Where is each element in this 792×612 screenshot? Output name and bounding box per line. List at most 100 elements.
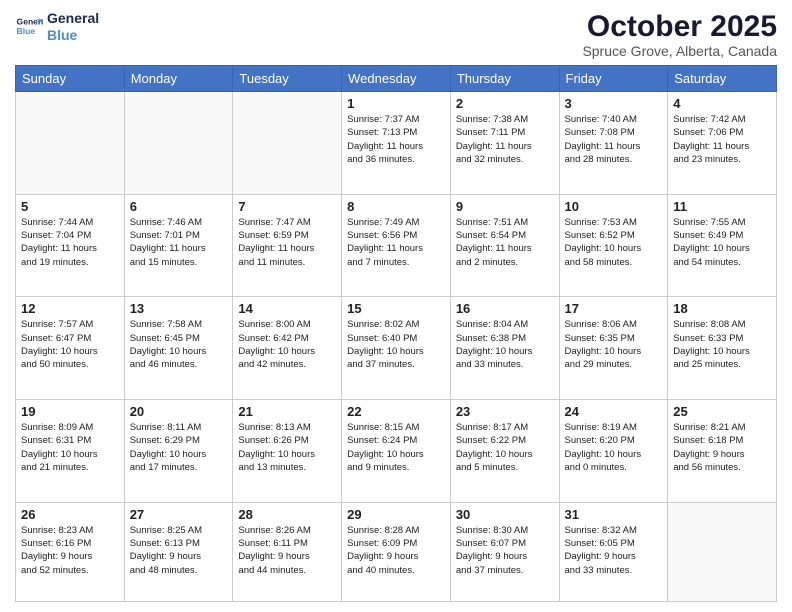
day-number: 15: [347, 301, 445, 316]
week-row-2: 5Sunrise: 7:44 AM Sunset: 7:04 PM Daylig…: [16, 194, 777, 297]
day-info: Sunrise: 7:57 AM Sunset: 6:47 PM Dayligh…: [21, 318, 119, 371]
calendar-cell: 9 Sunrise: 7:51 AM Sunset: 6:54 PM Daylig…: [450, 194, 559, 297]
main-title: October 2025: [582, 10, 777, 43]
day-info: Sunrise: 8:00 AM Sunset: 6:42 PM Dayligh…: [238, 318, 336, 371]
day-number: 8: [347, 199, 445, 214]
week-row-4: 19 Sunrise: 8:09 AM Sunset: 6:31 PM Dayli…: [16, 400, 777, 503]
day-number: 19: [21, 404, 119, 419]
day-info: Sunrise: 8:08 AM Sunset: 6:33 PM Dayligh…: [673, 318, 771, 371]
calendar-cell: 27 Sunrise: 8:25 AM Sunset: 6:13 PM Dayli…: [124, 502, 233, 601]
day-number: 27: [130, 507, 228, 522]
day-info: Sunrise: 8:26 AM Sunset: 6:11 PM Dayligh…: [238, 524, 336, 577]
calendar-cell: 4 Sunrise: 7:42 AM Sunset: 7:06 PM Daylig…: [668, 92, 777, 195]
day-number: 3: [565, 96, 663, 111]
calendar-cell: 17 Sunrise: 8:06 AM Sunset: 6:35 PM Dayli…: [559, 297, 668, 400]
weekday-header-sunday: Sunday: [16, 66, 125, 92]
calendar-cell: 19 Sunrise: 8:09 AM Sunset: 6:31 PM Dayli…: [16, 400, 125, 503]
day-number: 31: [565, 507, 663, 522]
calendar-cell: 10Sunrise: 7:53 AM Sunset: 6:52 PM Dayli…: [559, 194, 668, 297]
day-number: 9: [456, 199, 554, 214]
weekday-header-tuesday: Tuesday: [233, 66, 342, 92]
day-number: 4: [673, 96, 771, 111]
day-number: 16: [456, 301, 554, 316]
day-info: Sunrise: 8:13 AM Sunset: 6:26 PM Dayligh…: [238, 421, 336, 474]
weekday-header-friday: Friday: [559, 66, 668, 92]
day-number: 22: [347, 404, 445, 419]
calendar-cell: 2Sunrise: 7:38 AM Sunset: 7:11 PM Daylig…: [450, 92, 559, 195]
day-number: 13: [130, 301, 228, 316]
day-info: Sunrise: 7:46 AM Sunset: 7:01 PM Dayligh…: [130, 216, 228, 269]
logo-blue: Blue: [47, 27, 99, 44]
calendar-cell: [16, 92, 125, 195]
day-number: 14: [238, 301, 336, 316]
day-info: Sunrise: 7:47 AM Sunset: 6:59 PM Dayligh…: [238, 216, 336, 269]
day-info: Sunrise: 8:15 AM Sunset: 6:24 PM Dayligh…: [347, 421, 445, 474]
day-number: 12: [21, 301, 119, 316]
calendar-cell: 16 Sunrise: 8:04 AM Sunset: 6:38 PM Dayli…: [450, 297, 559, 400]
calendar-cell: 14 Sunrise: 8:00 AM Sunset: 6:42 PM Dayli…: [233, 297, 342, 400]
page: General Blue General Blue October 2025 S…: [0, 0, 792, 612]
day-number: 23: [456, 404, 554, 419]
calendar-cell: 29Sunrise: 8:28 AM Sunset: 6:09 PM Dayli…: [342, 502, 451, 601]
calendar-cell: 12 Sunrise: 7:57 AM Sunset: 6:47 PM Dayli…: [16, 297, 125, 400]
calendar-cell: [233, 92, 342, 195]
calendar-cell: 1Sunrise: 7:37 AM Sunset: 7:13 PM Daylig…: [342, 92, 451, 195]
day-number: 10: [565, 199, 663, 214]
day-number: 20: [130, 404, 228, 419]
day-number: 21: [238, 404, 336, 419]
day-number: 18: [673, 301, 771, 316]
day-info: Sunrise: 8:23 AM Sunset: 6:16 PM Dayligh…: [21, 524, 119, 577]
weekday-header-thursday: Thursday: [450, 66, 559, 92]
calendar-cell: 30 Sunrise: 8:30 AM Sunset: 6:07 PM Dayli…: [450, 502, 559, 601]
day-info: Sunrise: 7:42 AM Sunset: 7:06 PM Dayligh…: [673, 113, 771, 166]
day-info: Sunrise: 8:17 AM Sunset: 6:22 PM Dayligh…: [456, 421, 554, 474]
svg-text:General: General: [17, 16, 43, 26]
day-number: 30: [456, 507, 554, 522]
day-info: Sunrise: 8:25 AM Sunset: 6:13 PM Dayligh…: [130, 524, 228, 577]
logo: General Blue General Blue: [15, 10, 99, 44]
calendar-cell: 18 Sunrise: 8:08 AM Sunset: 6:33 PM Dayli…: [668, 297, 777, 400]
calendar-cell: 26Sunrise: 8:23 AM Sunset: 6:16 PM Dayli…: [16, 502, 125, 601]
calendar-table: SundayMondayTuesdayWednesdayThursdayFrid…: [15, 65, 777, 602]
day-number: 1: [347, 96, 445, 111]
day-info: Sunrise: 8:09 AM Sunset: 6:31 PM Dayligh…: [21, 421, 119, 474]
day-info: Sunrise: 7:55 AM Sunset: 6:49 PM Dayligh…: [673, 216, 771, 269]
calendar-cell: 7 Sunrise: 7:47 AM Sunset: 6:59 PM Daylig…: [233, 194, 342, 297]
calendar-cell: 22 Sunrise: 8:15 AM Sunset: 6:24 PM Dayli…: [342, 400, 451, 503]
calendar-cell: 3 Sunrise: 7:40 AM Sunset: 7:08 PM Daylig…: [559, 92, 668, 195]
calendar-cell: 28Sunrise: 8:26 AM Sunset: 6:11 PM Dayli…: [233, 502, 342, 601]
week-row-1: 1Sunrise: 7:37 AM Sunset: 7:13 PM Daylig…: [16, 92, 777, 195]
week-row-5: 26Sunrise: 8:23 AM Sunset: 6:16 PM Dayli…: [16, 502, 777, 601]
calendar-cell: 15 Sunrise: 8:02 AM Sunset: 6:40 PM Dayli…: [342, 297, 451, 400]
calendar-cell: 20 Sunrise: 8:11 AM Sunset: 6:29 PM Dayli…: [124, 400, 233, 503]
day-info: Sunrise: 8:30 AM Sunset: 6:07 PM Dayligh…: [456, 524, 554, 577]
day-info: Sunrise: 7:40 AM Sunset: 7:08 PM Dayligh…: [565, 113, 663, 166]
subtitle: Spruce Grove, Alberta, Canada: [582, 43, 777, 59]
day-info: Sunrise: 8:02 AM Sunset: 6:40 PM Dayligh…: [347, 318, 445, 371]
calendar-cell: 13Sunrise: 7:58 AM Sunset: 6:45 PM Dayli…: [124, 297, 233, 400]
week-row-3: 12 Sunrise: 7:57 AM Sunset: 6:47 PM Dayli…: [16, 297, 777, 400]
day-number: 24: [565, 404, 663, 419]
calendar-cell: 31Sunrise: 8:32 AM Sunset: 6:05 PM Dayli…: [559, 502, 668, 601]
day-info: Sunrise: 8:04 AM Sunset: 6:38 PM Dayligh…: [456, 318, 554, 371]
day-info: Sunrise: 7:51 AM Sunset: 6:54 PM Dayligh…: [456, 216, 554, 269]
calendar-cell: 23 Sunrise: 8:17 AM Sunset: 6:22 PM Dayli…: [450, 400, 559, 503]
day-number: 5: [21, 199, 119, 214]
day-number: 7: [238, 199, 336, 214]
day-number: 29: [347, 507, 445, 522]
day-info: Sunrise: 8:11 AM Sunset: 6:29 PM Dayligh…: [130, 421, 228, 474]
day-info: Sunrise: 8:21 AM Sunset: 6:18 PM Dayligh…: [673, 421, 771, 474]
day-info: Sunrise: 7:49 AM Sunset: 6:56 PM Dayligh…: [347, 216, 445, 269]
logo-icon: General Blue: [15, 13, 43, 41]
day-info: Sunrise: 8:19 AM Sunset: 6:20 PM Dayligh…: [565, 421, 663, 474]
svg-text:Blue: Blue: [17, 26, 36, 36]
calendar-cell: [124, 92, 233, 195]
day-number: 17: [565, 301, 663, 316]
day-info: Sunrise: 7:38 AM Sunset: 7:11 PM Dayligh…: [456, 113, 554, 166]
day-info: Sunrise: 8:06 AM Sunset: 6:35 PM Dayligh…: [565, 318, 663, 371]
calendar-cell: 21 Sunrise: 8:13 AM Sunset: 6:26 PM Dayli…: [233, 400, 342, 503]
calendar-cell: 8 Sunrise: 7:49 AM Sunset: 6:56 PM Daylig…: [342, 194, 451, 297]
calendar-cell: 11Sunrise: 7:55 AM Sunset: 6:49 PM Dayli…: [668, 194, 777, 297]
logo-general: General: [47, 10, 99, 27]
day-number: 6: [130, 199, 228, 214]
